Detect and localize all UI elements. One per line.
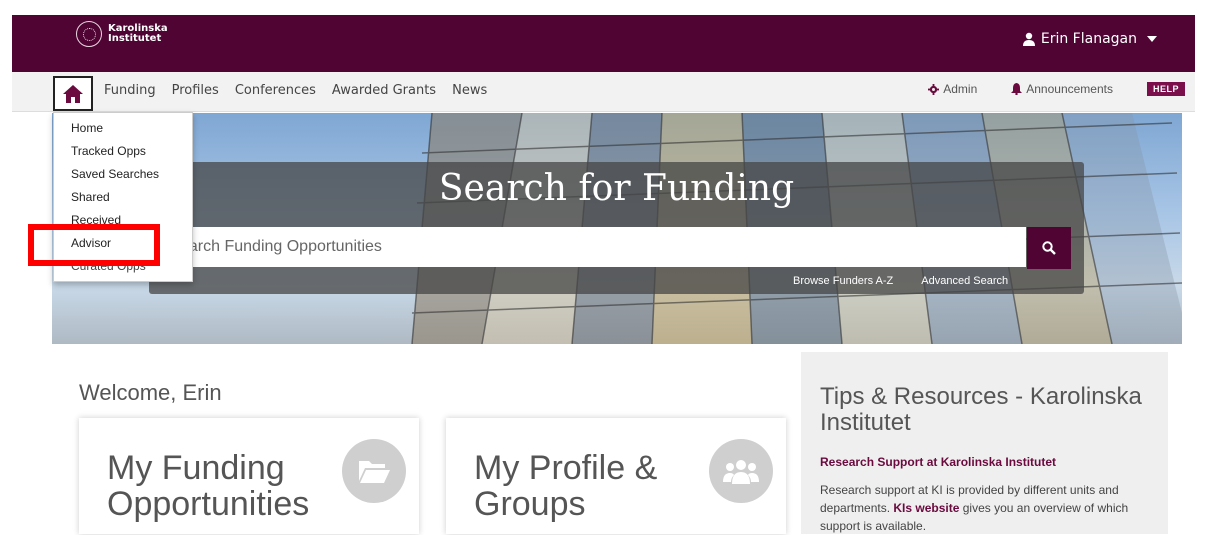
my-profile-title: My Profile & Groups: [474, 449, 658, 523]
hero-title: Search for Funding: [438, 168, 795, 209]
logo-line-2: Institutet: [108, 33, 162, 44]
nav-profiles[interactable]: Profiles: [172, 83, 219, 98]
chevron-down-icon: [1147, 36, 1157, 42]
my-funding-title: My Funding Opportunities: [107, 449, 310, 523]
admin-link[interactable]: Admin: [928, 82, 977, 96]
tips-title: Tips & Resources - Karolinska Institutet: [820, 383, 1142, 436]
welcome-heading: Welcome, Erin: [79, 380, 222, 405]
menu-item-saved-searches[interactable]: Saved Searches: [54, 163, 192, 186]
nav-right: Admin Announcements HELP: [928, 82, 1195, 96]
kis-website-link[interactable]: KIs website: [893, 501, 959, 515]
menu-item-tracked-opps[interactable]: Tracked Opps: [54, 140, 192, 163]
advanced-search-link[interactable]: Advanced Search: [921, 275, 1008, 287]
highlight-box: [28, 224, 160, 266]
users-group-icon: [709, 439, 773, 503]
nav-funding[interactable]: Funding: [104, 83, 156, 98]
user-menu[interactable]: Erin Flanagan: [1022, 31, 1157, 47]
home-button[interactable]: [53, 76, 93, 111]
nav-awarded-grants[interactable]: Awarded Grants: [332, 83, 436, 98]
search-placeholder: earch Funding Opportunities: [180, 238, 382, 255]
hero-links: Browse Funders A-Z Advanced Search: [793, 275, 1008, 287]
home-icon: [63, 84, 83, 103]
tips-subtitle: Research Support at Karolinska Institute…: [820, 455, 1057, 469]
bell-icon: [1011, 83, 1023, 95]
search-icon: [1042, 241, 1056, 255]
announcements-link[interactable]: Announcements: [1011, 82, 1113, 96]
help-button[interactable]: HELP: [1146, 82, 1185, 96]
nav-news[interactable]: News: [452, 83, 487, 98]
menu-item-shared[interactable]: Shared: [54, 186, 192, 209]
menu-item-home[interactable]: Home: [54, 117, 192, 140]
announcements-label: Announcements: [1026, 82, 1113, 96]
nav-conferences[interactable]: Conferences: [235, 83, 316, 98]
browse-funders-link[interactable]: Browse Funders A-Z: [793, 275, 893, 287]
tips-resources-panel: Tips & Resources - Karolinska Institutet…: [801, 352, 1168, 534]
search-input[interactable]: earch Funding Opportunities: [150, 227, 1026, 267]
tips-body: Research support at KI is provided by di…: [820, 481, 1150, 535]
gear-icon: [928, 83, 940, 95]
user-name: Erin Flanagan: [1040, 31, 1137, 47]
my-funding-card[interactable]: My Funding Opportunities: [79, 418, 419, 534]
search-button[interactable]: [1027, 227, 1071, 269]
my-profile-card[interactable]: My Profile & Groups: [446, 418, 786, 534]
folder-open-icon: [342, 439, 406, 503]
top-bar: Karolinska Institutet Erin Flanagan: [12, 15, 1195, 72]
ki-seal-icon: [76, 21, 102, 47]
user-icon: [1022, 32, 1035, 46]
admin-label: Admin: [943, 82, 978, 96]
main-nav: Funding Profiles Conferences Awarded Gra…: [12, 72, 1195, 112]
nav-links: Funding Profiles Conferences Awarded Gra…: [104, 83, 503, 98]
ki-logo[interactable]: Karolinska Institutet: [76, 21, 168, 47]
